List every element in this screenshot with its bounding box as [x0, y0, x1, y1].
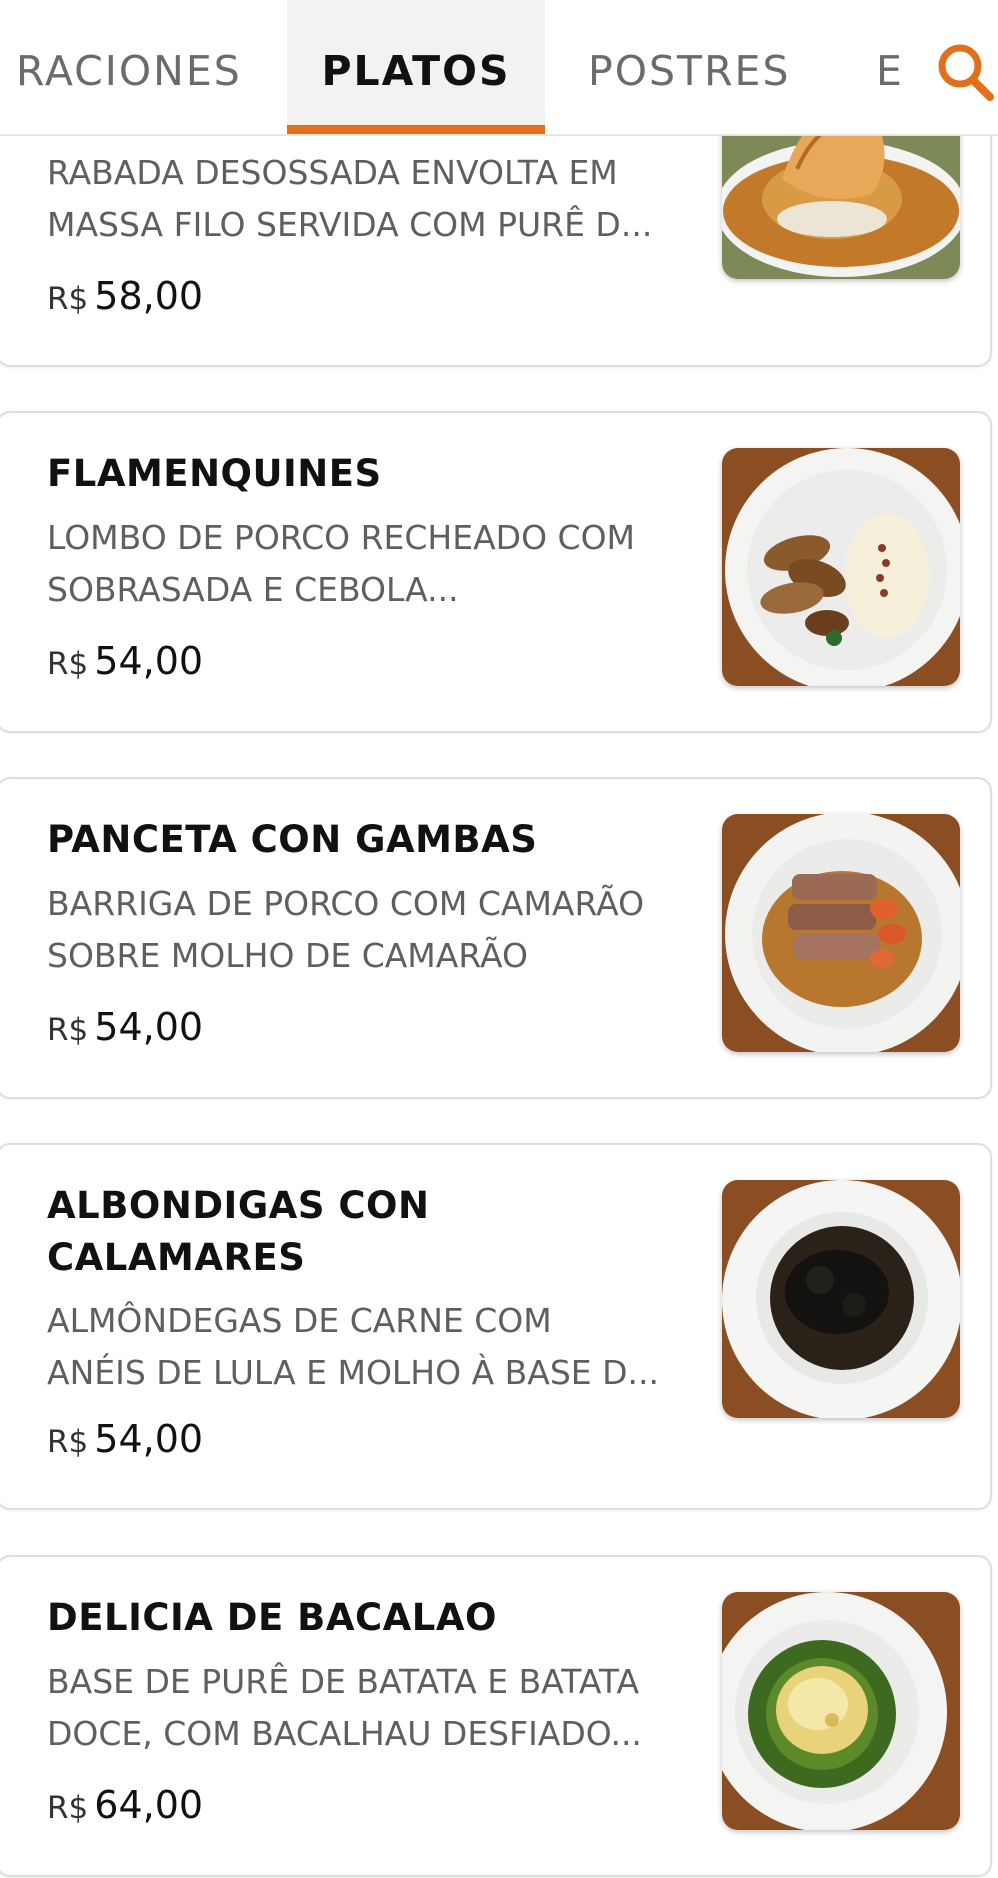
- price-value: 64,00: [94, 1783, 204, 1827]
- search-icon: [938, 44, 994, 101]
- dish-title: PANCETA CON GAMBAS: [47, 818, 538, 861]
- search-button[interactable]: [934, 40, 998, 104]
- price-value: 54,00: [94, 1417, 204, 1461]
- dish-price: R$ 54,00: [47, 639, 203, 683]
- dish-price: R$ 58,00: [47, 274, 203, 318]
- dish-description-line: DOCE, COM BACALHAU DESFIADO...: [47, 1714, 642, 1753]
- dish-photo: [722, 448, 960, 686]
- currency-symbol: R$: [47, 1424, 89, 1460]
- currency-symbol: R$: [47, 646, 89, 682]
- dish-description-line: SOBRASADA E CEBOLA...: [47, 570, 459, 609]
- currency-symbol: R$: [47, 1790, 89, 1826]
- dish-description-line: LOMBO DE PORCO RECHEADO COM: [47, 518, 636, 557]
- price-value: 54,00: [94, 639, 204, 683]
- tab-postres[interactable]: POSTRES: [588, 0, 790, 134]
- dish-description-line: ANÉIS DE LULA E MOLHO À BASE D...: [47, 1353, 660, 1392]
- dish-card-flamenquines[interactable]: FLAMENQUINES LOMBO DE PORCO RECHEADO COM…: [0, 411, 992, 733]
- dish-description-line: SOBRE MOLHO DE CAMARÃO: [47, 936, 528, 975]
- tab-e[interactable]: E: [876, 0, 904, 134]
- dish-description: BASE DE PURÊ DE BATATA E BATATA DOCE, CO…: [47, 1656, 697, 1760]
- dish-description: RABADA DESOSSADA ENVOLTA EM MASSA FILO S…: [47, 147, 697, 251]
- dish-price: R$ 64,00: [47, 1783, 203, 1827]
- currency-symbol: R$: [47, 281, 89, 317]
- dish-title: FLAMENQUINES: [47, 452, 382, 495]
- dish-photo: [722, 1180, 960, 1418]
- dish-price: R$ 54,00: [47, 1005, 203, 1049]
- dish-card-panceta[interactable]: PANCETA CON GAMBAS BARRIGA DE PORCO COM …: [0, 777, 992, 1099]
- price-value: 58,00: [94, 274, 204, 318]
- tab-platos[interactable]: PLATOS: [287, 0, 545, 134]
- dish-photo: [722, 1592, 960, 1830]
- dish-price: R$ 54,00: [47, 1417, 203, 1461]
- price-value: 54,00: [94, 1005, 204, 1049]
- dish-description-line: ALMÔNDEGAS DE CARNE COM: [47, 1301, 552, 1340]
- category-tab-bar: RACIONES PLATOS POSTRES E: [0, 0, 998, 136]
- dish-description-line: BASE DE PURÊ DE BATATA E BATATA: [47, 1662, 640, 1701]
- dish-description: ALMÔNDEGAS DE CARNE COM ANÉIS DE LULA E …: [47, 1295, 697, 1399]
- tab-raciones[interactable]: RACIONES: [16, 0, 242, 134]
- dish-description: LOMBO DE PORCO RECHEADO COM SOBRASADA E …: [47, 512, 697, 616]
- dish-description: BARRIGA DE PORCO COM CAMARÃO SOBRE MOLHO…: [47, 878, 697, 982]
- dish-photo: [722, 814, 960, 1052]
- dish-card-albondigas[interactable]: ALBONDIGAS CON CALAMARES ALMÔNDEGAS DE C…: [0, 1143, 992, 1510]
- dish-title: DELICIA DE BACALAO: [47, 1596, 497, 1639]
- dish-description-line: RABADA DESOSSADA ENVOLTA EM: [47, 153, 618, 192]
- dish-card-bacalao[interactable]: DELICIA DE BACALAO BASE DE PURÊ DE BATAT…: [0, 1555, 992, 1877]
- dish-title: ALBONDIGAS CON CALAMARES: [47, 1184, 430, 1279]
- dish-description-line: MASSA FILO SERVIDA COM PURÊ D...: [47, 205, 653, 244]
- tab-scroll-fade: [0, 50, 2, 90]
- currency-symbol: R$: [47, 1012, 89, 1048]
- dish-description-line: BARRIGA DE PORCO COM CAMARÃO: [47, 884, 645, 923]
